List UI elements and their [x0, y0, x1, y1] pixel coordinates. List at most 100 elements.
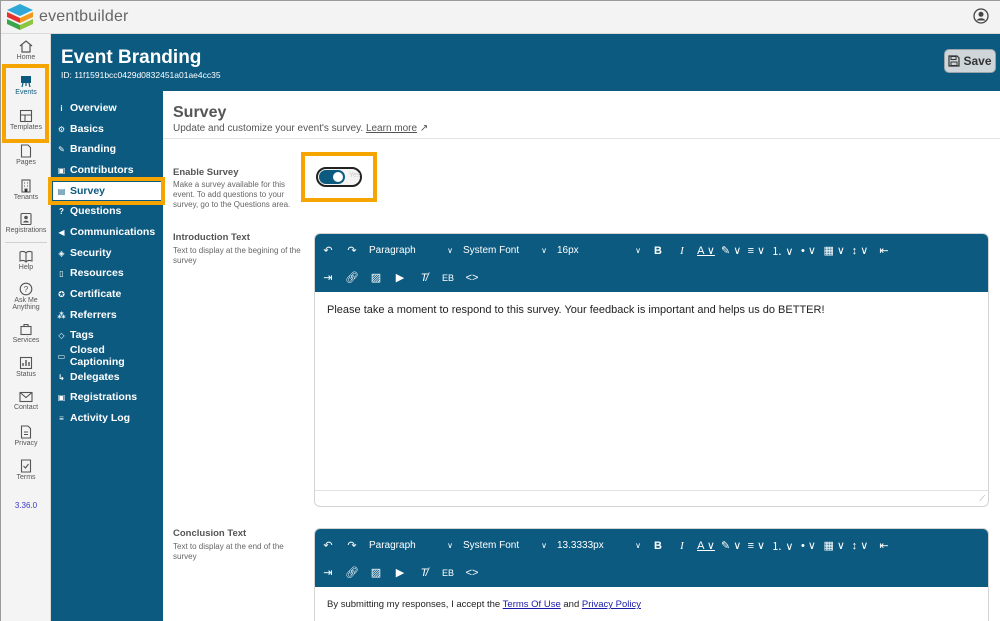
undo-icon[interactable]: ↶: [317, 240, 339, 262]
subnav-label: Certificate: [70, 288, 122, 300]
subnav-item-certificate[interactable]: ✪ Certificate: [57, 285, 161, 303]
image-icon[interactable]: ▨: [365, 562, 387, 584]
subnav-label: Basics: [70, 123, 104, 135]
rail-label: Events: [15, 89, 37, 96]
table-icon[interactable]: ▦ ∨: [821, 240, 847, 262]
section-title: Survey: [173, 104, 227, 121]
conclusion-editor: ↶ ↷ Paragraph ∨ System Font ∨ 13.3333px ∨ B…: [314, 528, 989, 621]
font-family-select[interactable]: System Font ∨: [459, 240, 551, 262]
resize-grip-icon[interactable]: ⟋: [979, 494, 985, 504]
align-icon[interactable]: ≡ ∨: [745, 535, 767, 557]
rail-item-home[interactable]: Home: [1, 40, 51, 61]
top-bar: eventbuilder: [1, 1, 1000, 34]
bold-icon[interactable]: B: [647, 240, 669, 262]
bold-icon[interactable]: B: [647, 535, 669, 557]
source-code-icon[interactable]: <>: [461, 562, 483, 584]
rail-item-events[interactable]: Events: [1, 74, 51, 96]
rail-item-status[interactable]: Status: [1, 356, 51, 378]
referrers-icon: ⁂: [57, 310, 66, 320]
rail-item-terms[interactable]: Terms: [1, 459, 51, 481]
subnav-item-contributors[interactable]: ▣ Contributors: [57, 161, 161, 179]
media-icon[interactable]: ▶: [389, 267, 411, 289]
link-icon[interactable]: 🔗︎: [341, 562, 363, 584]
rail-label: Anything: [12, 304, 40, 311]
rail-item-registrations[interactable]: Registrations: [1, 212, 51, 234]
subnav-item-delegates[interactable]: ↳ Delegates: [57, 368, 161, 386]
indent-icon[interactable]: ⇥: [317, 267, 339, 289]
terms-of-use-link[interactable]: Terms Of Use: [503, 599, 561, 610]
align-icon[interactable]: ≡ ∨: [745, 240, 767, 262]
rail-item-help[interactable]: Help: [1, 250, 51, 271]
subnav-item-resources[interactable]: ▯ Resources: [57, 264, 161, 282]
undo-icon[interactable]: ↶: [317, 535, 339, 557]
subnav-item-branding[interactable]: ✎ Branding: [57, 140, 161, 158]
font-size-select[interactable]: 16px ∨: [553, 240, 645, 262]
main-content: Survey Update and customize your event's…: [163, 91, 1000, 621]
enable-survey-toggle[interactable]: Yes: [316, 167, 362, 187]
outdent-icon[interactable]: ⇤: [873, 240, 895, 262]
link-icon[interactable]: 🔗︎: [341, 267, 363, 289]
services-bag-icon: [20, 323, 32, 336]
rail-item-contact[interactable]: Contact: [1, 391, 51, 411]
font-family-select[interactable]: System Font ∨: [459, 535, 551, 557]
subnav-item-tags[interactable]: ◇ Tags: [57, 326, 161, 344]
redo-icon[interactable]: ↷: [341, 535, 363, 557]
block-format-select[interactable]: Paragraph ∨: [365, 240, 457, 262]
font-size-select[interactable]: 13.3333px ∨: [553, 535, 645, 557]
subnav-item-basics[interactable]: ⚙ Basics: [57, 120, 161, 138]
learn-more-label: Learn more: [365, 123, 418, 134]
source-code-icon[interactable]: <>: [461, 267, 483, 289]
numbered-list-icon[interactable]: ⒈ ∨: [769, 535, 795, 557]
block-format-select[interactable]: Paragraph ∨: [365, 535, 457, 557]
outdent-icon[interactable]: ⇤: [873, 535, 895, 557]
subnav-item-survey[interactable]: ▤ Survey: [53, 182, 161, 200]
rail-item-ask-me-anything[interactable]: ? Ask Me Anything: [1, 282, 51, 311]
subnav-item-referrers[interactable]: ⁂ Referrers: [57, 306, 161, 324]
indent-icon[interactable]: ⇥: [317, 562, 339, 584]
rail-item-pages[interactable]: Pages: [1, 144, 51, 166]
italic-icon[interactable]: I: [671, 240, 693, 262]
conclusion-content[interactable]: By submitting my responses, I accept the…: [315, 587, 988, 621]
rail-item-privacy[interactable]: Privacy: [1, 425, 51, 447]
subnav-item-overview[interactable]: i Overview: [57, 99, 161, 117]
line-height-icon[interactable]: ↕ ∨: [849, 535, 871, 557]
save-button[interactable]: Save: [944, 49, 996, 73]
bullet-list-icon[interactable]: • ∨: [797, 240, 819, 262]
line-height-icon[interactable]: ↕ ∨: [849, 240, 871, 262]
table-icon[interactable]: ▦ ∨: [821, 535, 847, 557]
user-account-icon[interactable]: [973, 8, 989, 29]
rail-item-tenants[interactable]: Tenants: [1, 179, 51, 201]
introduction-content[interactable]: Please take a moment to respond to this …: [315, 292, 988, 328]
subnav-item-security[interactable]: ◈ Security: [57, 244, 161, 262]
enable-survey-label: Enable Survey: [173, 167, 239, 178]
image-icon[interactable]: ▨: [365, 267, 387, 289]
toolbar-row: ⇥ 🔗︎ ▨ ▶ T̸ EB <>: [315, 560, 988, 585]
eb-plugin-button[interactable]: EB: [437, 562, 459, 584]
italic-icon[interactable]: I: [671, 535, 693, 557]
subnav-item-communications[interactable]: ◀ Communications: [57, 223, 161, 241]
redo-icon[interactable]: ↷: [341, 240, 363, 262]
highlight-color-icon[interactable]: ✎ ∨: [719, 535, 743, 557]
eventbuilder-logo-icon[interactable]: [5, 3, 35, 36]
subnav-item-closed-captioning[interactable]: ▭ Closed Captioning: [57, 344, 161, 368]
rail-item-templates[interactable]: Templates: [1, 109, 51, 131]
clear-formatting-icon[interactable]: T̸: [413, 267, 435, 289]
font-family-value: System Font: [463, 245, 520, 256]
clear-formatting-icon[interactable]: T̸: [413, 562, 435, 584]
rail-item-services[interactable]: Services: [1, 322, 51, 344]
privacy-policy-link[interactable]: Privacy Policy: [582, 599, 641, 610]
subnav-item-questions[interactable]: ? Questions: [57, 202, 161, 220]
subnav-label: Branding: [70, 143, 117, 155]
learn-more-link[interactable]: Learn more: [366, 123, 417, 134]
subnav-item-activity-log[interactable]: ≡ Activity Log: [57, 409, 161, 427]
numbered-list-icon[interactable]: ⒈ ∨: [769, 240, 795, 262]
rail-label: Home: [16, 54, 36, 61]
highlight-color-icon[interactable]: ✎ ∨: [719, 240, 743, 262]
eb-plugin-button[interactable]: EB: [437, 267, 459, 289]
conclusion-text-and: and: [563, 599, 580, 610]
subnav-item-registrations[interactable]: ▣ Registrations: [57, 388, 161, 406]
bullet-list-icon[interactable]: • ∨: [797, 535, 819, 557]
text-color-icon[interactable]: A ∨: [695, 535, 717, 557]
media-icon[interactable]: ▶: [389, 562, 411, 584]
text-color-icon[interactable]: A ∨: [695, 240, 717, 262]
